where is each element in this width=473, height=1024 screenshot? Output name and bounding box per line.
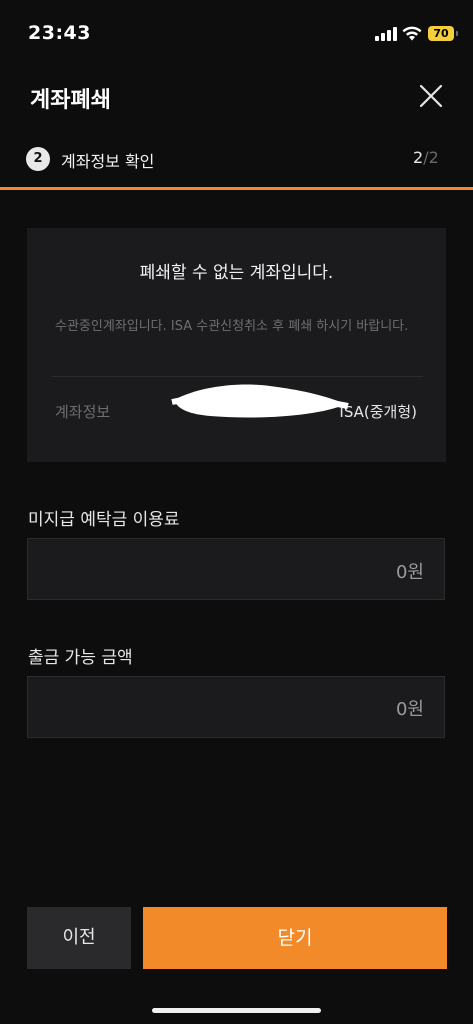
step-counter: 2/2 (413, 148, 439, 167)
unpaid-deposit-fee-label: 미지급 예탁금 이용료 (28, 510, 180, 530)
battery-tip (456, 31, 458, 36)
account-info-label: 계좌정보 (55, 403, 111, 421)
notice-description: 수관중인계좌입니다. ISA 수관신청취소 후 폐쇄 하시기 바랍니다. (55, 319, 409, 334)
home-indicator[interactable] (152, 1008, 321, 1013)
withdrawable-amount-label: 출금 가능 금액 (28, 648, 133, 668)
status-time: 23:43 (28, 22, 91, 44)
close-button[interactable]: 닫기 (143, 907, 447, 969)
notice-divider (52, 376, 423, 377)
step-number-badge: 2 (26, 147, 50, 171)
cellular-signal-icon (375, 27, 397, 41)
page-title: 계좌폐쇄 (30, 88, 111, 113)
wifi-icon (402, 26, 422, 41)
unpaid-deposit-fee-field (27, 538, 445, 600)
close-icon[interactable] (418, 83, 444, 109)
step-current: 2 (413, 148, 424, 167)
step-total: /2 (423, 148, 439, 167)
withdrawable-amount-value: 0원 (395, 699, 424, 720)
battery-icon: 70 (428, 26, 454, 41)
redaction-scribble (171, 384, 349, 418)
prev-button[interactable]: 이전 (27, 907, 131, 969)
notice-title: 폐쇄할 수 없는 계좌입니다. (139, 263, 334, 283)
unpaid-deposit-fee-value: 0원 (395, 562, 424, 583)
step-progress-bar (0, 187, 473, 190)
withdrawable-amount-field (27, 676, 445, 738)
step-label: 계좌정보 확인 (61, 152, 155, 171)
